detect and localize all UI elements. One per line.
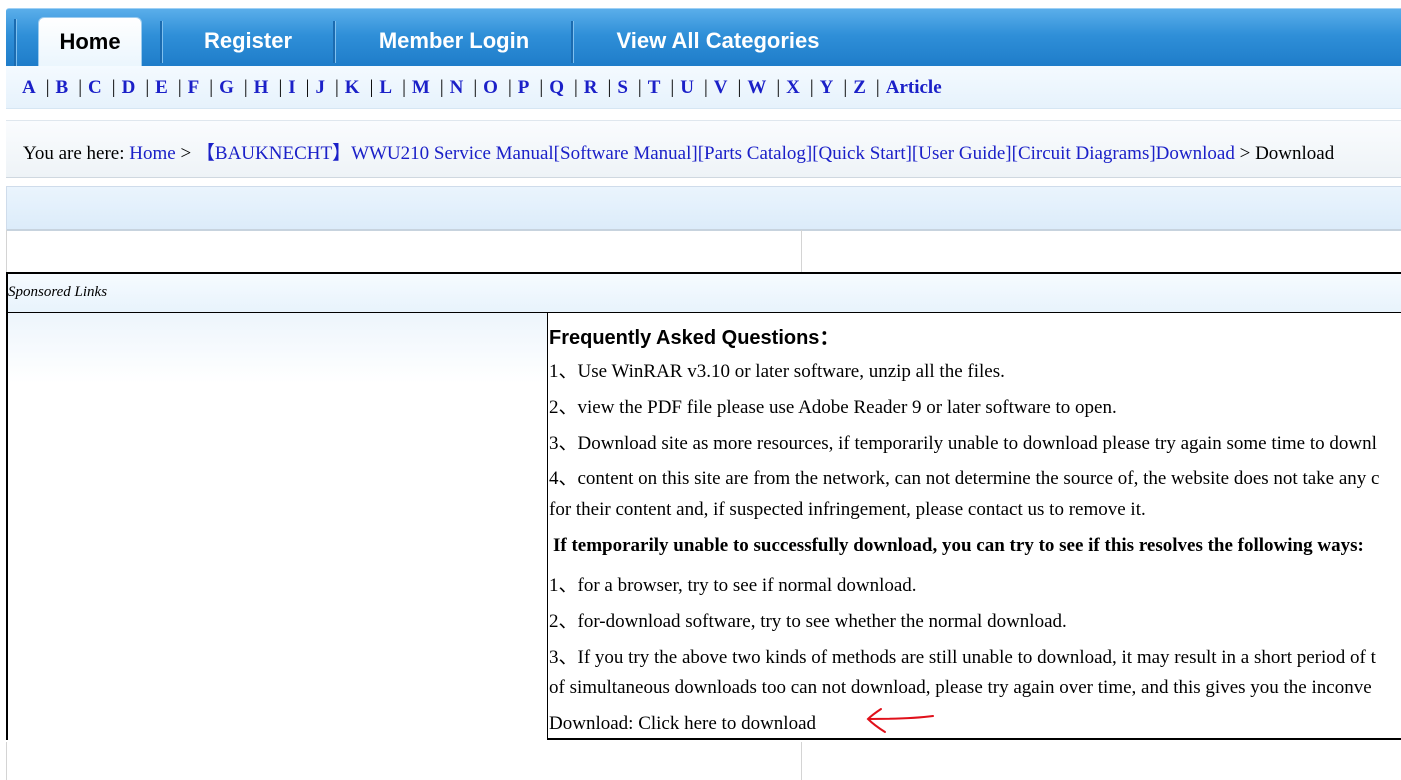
letter-link-h[interactable]: H (254, 77, 269, 98)
letter-separator: | (439, 77, 444, 98)
faq-cell: Frequently Asked Questions： 1、Use WinRAR… (549, 313, 1401, 740)
cell-divider (801, 742, 802, 780)
letter-separator: | (607, 77, 612, 98)
letter-link-v[interactable]: V (714, 77, 728, 98)
letter-link-b[interactable]: B (56, 77, 69, 98)
breadcrumb-product-link[interactable]: 【BAUKNECHT】WWU210 Service Manual[Softwar… (196, 143, 1235, 164)
letter-separator: | (507, 77, 512, 98)
letter-separator: | (539, 77, 544, 98)
download-prefix: Download: (549, 713, 634, 734)
faq-heading: If temporarily unable to successfully do… (553, 535, 1364, 556)
ad-cell (8, 313, 548, 740)
letter-separator: | (737, 77, 742, 98)
tab-register[interactable]: Register (168, 19, 328, 67)
letter-separator: | (703, 77, 708, 98)
letter-link-r[interactable]: R (584, 77, 598, 98)
letter-link-d[interactable]: D (122, 77, 136, 98)
nav-divider (160, 21, 162, 63)
letter-link-t[interactable]: T (648, 77, 661, 98)
letter-link-c[interactable]: C (88, 77, 102, 98)
letter-separator: | (78, 77, 83, 98)
letter-link-x[interactable]: X (786, 77, 800, 98)
alphabet-bar: A | B | C | D | E | F | G | H | I | J | K | L | M | N | O | P | Q | R | S | T |… (6, 66, 1401, 109)
letter-link-a[interactable]: A (22, 77, 36, 98)
alphabet-links: A | B | C | D | E | F | G | H | I | J | K | L | M | N | O | P | Q | R | S | T |… (22, 77, 942, 99)
letter-separator: | (875, 77, 880, 98)
sponsored-links-label: Sponsored Links (8, 284, 108, 300)
nav-divider (333, 21, 335, 63)
letter-separator: | (843, 77, 848, 98)
blue-header-band (6, 186, 1401, 231)
breadcrumb-home-link[interactable]: Home (129, 143, 175, 164)
breadcrumb: You are here: Home > 【BAUKNECHT】WWU210 S… (6, 120, 1401, 178)
letter-separator: | (177, 77, 182, 98)
letter-separator: | (45, 77, 50, 98)
nav-left-divider (14, 19, 16, 67)
sponsored-links-header: Sponsored Links (8, 274, 1401, 313)
letter-separator: | (402, 77, 406, 98)
letter-separator: | (111, 77, 116, 98)
download-link[interactable]: Click here to download (638, 713, 816, 734)
letter-separator: | (334, 77, 339, 98)
letter-separator: | (305, 77, 310, 98)
letter-link-l[interactable]: L (379, 77, 392, 98)
cell-divider (801, 230, 802, 272)
letter-separator: | (809, 77, 814, 98)
breadcrumb-separator: > (180, 143, 192, 164)
tab-home[interactable]: Home (38, 17, 142, 68)
letter-link-k[interactable]: K (345, 77, 360, 98)
letter-link-s[interactable]: S (617, 77, 628, 98)
faq-line: for their content and, if suspected infr… (549, 499, 1146, 520)
red-arrow-left-icon (866, 708, 934, 733)
faq-line: of simultaneous downloads too can not do… (549, 677, 1372, 698)
download-table: Sponsored Links Frequently Asked Questio… (6, 272, 1401, 740)
tab-view-all-categories[interactable]: View All Categories (580, 19, 856, 67)
letter-link-e[interactable]: E (155, 77, 168, 98)
letter-link-g[interactable]: G (219, 77, 234, 98)
breadcrumb-separator: > (1239, 143, 1251, 164)
nav-divider (571, 21, 573, 63)
letter-separator: | (637, 77, 642, 98)
letter-link-f[interactable]: F (188, 77, 200, 98)
letter-link-y[interactable]: Y (820, 77, 834, 98)
faq-line: 2、view the PDF file please use Adobe Rea… (549, 397, 1117, 418)
empty-table-row (6, 742, 1401, 780)
letter-link-j[interactable]: J (315, 77, 325, 98)
letter-separator: | (145, 77, 150, 98)
empty-table-row (6, 230, 1401, 272)
letter-link-u[interactable]: U (680, 77, 694, 98)
letter-link-p[interactable]: P (518, 77, 530, 98)
letter-link-m[interactable]: M (412, 77, 430, 98)
letter-link-article[interactable]: Article (886, 77, 942, 98)
faq-line: 4、content on this site are from the netw… (549, 468, 1380, 489)
letter-separator: | (369, 77, 374, 98)
faq-line: 2、for-download software, try to see whet… (549, 611, 1067, 632)
letter-separator: | (278, 77, 283, 98)
letter-link-w[interactable]: W (747, 77, 766, 98)
faq-line: 3、If you try the above two kinds of meth… (549, 647, 1376, 668)
letter-separator: | (243, 77, 248, 98)
letter-link-n[interactable]: N (450, 77, 464, 98)
letter-link-q[interactable]: Q (549, 77, 564, 98)
breadcrumb-prefix: You are here: (23, 143, 125, 164)
letter-separator: | (473, 77, 478, 98)
breadcrumb-current: Download (1255, 143, 1335, 164)
letter-separator: | (670, 77, 675, 98)
letter-separator: | (209, 77, 214, 98)
letter-link-z[interactable]: Z (853, 77, 866, 98)
faq-line: 3、Download site as more resources, if te… (549, 433, 1377, 454)
faq-title: Frequently Asked Questions： (549, 327, 840, 349)
faq-line: 1、for a browser, try to see if normal do… (549, 575, 917, 596)
letter-link-i[interactable]: I (288, 77, 295, 98)
download-line: Download: Click here to download (549, 713, 816, 735)
letter-separator: | (573, 77, 578, 98)
letter-link-o[interactable]: O (483, 77, 498, 98)
faq-line: 1、Use WinRAR v3.10 or later software, un… (549, 361, 1005, 382)
top-navigation: Home Register Member Login View All Cate… (6, 8, 1401, 68)
letter-separator: | (776, 77, 781, 98)
tab-member-login[interactable]: Member Login (342, 19, 566, 67)
